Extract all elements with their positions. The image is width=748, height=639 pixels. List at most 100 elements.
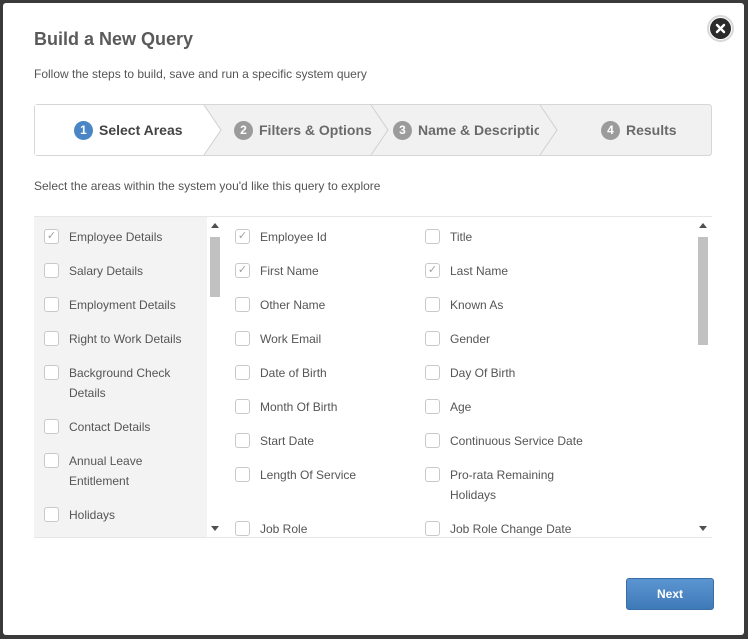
checkbox[interactable] (235, 331, 250, 346)
field-item[interactable]: Date of Birth (235, 363, 327, 383)
area-label: Annual Leave Entitlement (69, 454, 143, 488)
field-item[interactable]: Day Of Birth (425, 363, 515, 383)
area-label: Contact Details (69, 420, 151, 434)
build-query-dialog: Build a New Query Follow the steps to bu… (3, 3, 744, 635)
step-label: Name & Description (418, 122, 539, 138)
step-name-description[interactable]: 3 Name & Description (393, 104, 539, 156)
step-number: 1 (74, 120, 93, 140)
dialog-title: Build a New Query (34, 29, 194, 49)
step-number: 4 (601, 120, 620, 140)
area-item[interactable]: ✓ Employee Details (44, 227, 204, 247)
field-label: Other Name (260, 298, 326, 312)
next-button[interactable]: Next (626, 578, 714, 610)
dialog-subtitle: Follow the steps to build, save and run … (34, 67, 367, 81)
checkbox[interactable] (425, 331, 440, 346)
scroll-down-icon[interactable] (211, 526, 219, 531)
checkbox[interactable] (44, 453, 59, 468)
field-item[interactable]: Title (425, 227, 472, 247)
field-item[interactable]: Continuous Service Date (425, 431, 583, 451)
checked-checkbox[interactable]: ✓ (44, 229, 59, 244)
field-item[interactable]: Start Date (235, 431, 314, 451)
field-label: Day Of Birth (450, 366, 516, 380)
area-label: Employment Details (69, 298, 176, 312)
field-label: Title (450, 230, 473, 244)
field-item[interactable]: Age (425, 397, 471, 417)
areas-scrollbar[interactable] (207, 217, 223, 537)
field-item[interactable]: ✓ First Name (235, 261, 319, 281)
checkbox[interactable] (235, 399, 250, 414)
checkbox[interactable] (235, 467, 250, 482)
checkbox[interactable] (235, 433, 250, 448)
checked-checkbox[interactable]: ✓ (235, 229, 250, 244)
scroll-up-icon[interactable] (211, 223, 219, 228)
checkbox[interactable] (44, 297, 59, 312)
area-item[interactable]: Background Check Details (44, 363, 179, 403)
areas-list: ✓ Employee Details Salary Details Employ… (34, 217, 207, 537)
field-label: First Name (260, 264, 319, 278)
checked-checkbox[interactable]: ✓ (425, 263, 440, 278)
area-item[interactable]: Contact Details (44, 417, 204, 437)
checkbox[interactable] (44, 263, 59, 278)
close-button[interactable] (707, 15, 734, 42)
area-label: Holidays (69, 508, 116, 522)
instruction-text: Select the areas within the system you'd… (34, 179, 381, 193)
checkbox[interactable] (44, 419, 59, 434)
field-item[interactable]: Job Role (235, 519, 307, 537)
area-label: Employee Details (69, 230, 163, 244)
area-label: Salary Details (69, 264, 144, 278)
checkbox[interactable] (425, 229, 440, 244)
checkbox[interactable] (44, 331, 59, 346)
checkbox[interactable] (425, 399, 440, 414)
step-filters-options[interactable]: 2 Filters & Options (234, 104, 374, 156)
field-label: Start Date (260, 434, 315, 448)
field-item[interactable]: Length Of Service (235, 465, 356, 485)
area-item[interactable]: Right to Work Details (44, 329, 204, 349)
checkbox[interactable] (235, 297, 250, 312)
checkbox[interactable] (425, 365, 440, 380)
field-item[interactable]: Gender (425, 329, 490, 349)
checkbox[interactable] (44, 507, 59, 522)
checkbox[interactable] (425, 433, 440, 448)
checkbox[interactable] (235, 365, 250, 380)
field-item[interactable]: Pro-rata Remaining Holidays (425, 465, 565, 505)
area-label: Right to Work Details (69, 332, 182, 346)
area-item[interactable]: Salary Details (44, 261, 204, 281)
step-results[interactable]: 4 Results (601, 104, 701, 156)
scroll-up-icon[interactable] (699, 223, 707, 228)
field-item[interactable]: Month Of Birth (235, 397, 337, 417)
wizard-steps: 1 Select Areas 2 Filters & Options 3 Nam… (34, 104, 712, 156)
selection-panels: ✓ Employee Details Salary Details Employ… (34, 216, 712, 538)
area-item[interactable]: Employment Details (44, 295, 204, 315)
step-label: Results (626, 122, 677, 138)
scroll-thumb[interactable] (698, 237, 708, 345)
fields-scrollbar[interactable] (694, 217, 712, 537)
scroll-thumb[interactable] (210, 237, 220, 297)
step-select-areas[interactable]: 1 Select Areas (74, 104, 214, 156)
field-label: Job Role (260, 522, 308, 536)
area-item[interactable]: Holidays (44, 505, 204, 525)
checkbox[interactable] (44, 365, 59, 380)
field-item[interactable]: Other Name (235, 295, 325, 315)
field-item[interactable]: ✓ Employee Id (235, 227, 327, 247)
checkbox[interactable] (425, 297, 440, 312)
field-label: Employee Id (260, 230, 327, 244)
field-label: Work Email (260, 332, 322, 346)
field-label: Month Of Birth (260, 400, 338, 414)
area-item[interactable]: Annual Leave Entitlement (44, 451, 164, 491)
fields-list: ✓ Employee Id ✓ First Name Other Name Wo… (223, 217, 694, 537)
field-label: Known As (450, 298, 504, 312)
checkbox[interactable] (425, 521, 440, 536)
checked-checkbox[interactable]: ✓ (235, 263, 250, 278)
area-label: Background Check Details (69, 366, 171, 400)
checkbox[interactable] (425, 467, 440, 482)
field-item[interactable]: Known As (425, 295, 503, 315)
field-item[interactable]: Job Role Change Date (425, 519, 571, 537)
step-number: 2 (234, 120, 253, 140)
close-icon (710, 18, 731, 39)
field-item[interactable]: ✓ Last Name (425, 261, 508, 281)
field-label: Age (450, 400, 472, 414)
field-label: Job Role Change Date (450, 522, 572, 536)
checkbox[interactable] (235, 521, 250, 536)
scroll-down-icon[interactable] (699, 526, 707, 531)
field-item[interactable]: Work Email (235, 329, 321, 349)
